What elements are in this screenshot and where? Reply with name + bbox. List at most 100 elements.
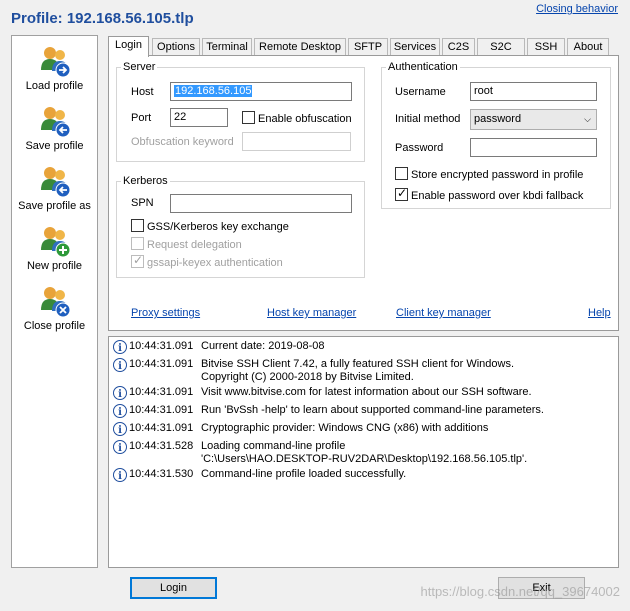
log-message-continued: 'C:\Users\HAO.DESKTOP-RUV2DAR\Desktop\19… [201,453,528,465]
tab-services[interactable]: Services [390,38,440,56]
checkbox-box: ✓ [395,186,408,201]
log-message: Run 'BvSsh -help' to learn about support… [201,404,544,416]
host-key-manager-link[interactable]: Host key manager [267,307,356,319]
client-key-manager-link[interactable]: Client key manager [396,307,491,319]
checkbox-box [395,167,408,180]
gssapi-keyex-label: gssapi-keyex authentication [147,257,283,269]
closing-behavior-link[interactable]: Closing behavior [536,3,618,15]
login-button[interactable]: Login [130,577,217,599]
save-profile-button[interactable]: Save profile [12,104,97,152]
users-arrow-right-icon [40,47,70,78]
tab-sftp[interactable]: SFTP [348,38,388,56]
tab-remote-desktop[interactable]: Remote Desktop [254,38,346,56]
enable-obfuscation-label: Enable obfuscation [258,113,352,125]
log-message-continued: Copyright (C) 2000-2018 by Bitvise Limit… [201,371,414,383]
save-profile-as-label: Save profile as [18,200,91,212]
gssapi-keyex-checkbox[interactable]: ✓ gssapi-keyex authentication [131,253,283,269]
request-delegation-checkbox[interactable]: Request delegation [131,237,242,251]
log-message: Command-line profile loaded successfully… [201,468,407,480]
username-input[interactable]: root [470,82,597,101]
watermark: https://blog.csdn.net/qq_39674002 [420,584,621,599]
close-profile-button[interactable]: Close profile [12,284,97,332]
login-panel: Server Host 192.168.56.105 Port 22 Enabl… [108,55,619,331]
users-arrow-left-icon [40,167,70,198]
chevron-down-icon: ⌵ [584,114,591,124]
enable-obfuscation-checkbox[interactable]: Enable obfuscation [242,111,352,125]
info-icon: i [113,422,127,436]
log-time: 10:44:31.530 [129,468,194,480]
tab-terminal[interactable]: Terminal [202,38,252,56]
kbdi-fallback-label: Enable password over kbdi fallback [411,190,584,202]
request-delegation-label: Request delegation [147,239,242,251]
tab-c2s[interactable]: C2S [442,38,475,56]
log-panel[interactable]: i 10:44:31.091 Current date: 2019-08-08 … [108,336,619,568]
store-password-label: Store encrypted password in profile [411,169,584,181]
window-title: Profile: 192.168.56.105.tlp [11,10,194,27]
gss-kerberos-checkbox[interactable]: GSS/Kerberos key exchange [131,219,289,233]
save-profile-as-button[interactable]: Save profile as [12,164,97,212]
log-message: Current date: 2019-08-08 [201,340,325,352]
spn-label: SPN [131,197,154,209]
log-message: Bitvise SSH Client 7.42, a fully feature… [201,358,515,370]
checkbox-box: ✓ [131,253,144,268]
username-label: Username [395,86,446,98]
info-icon: i [113,358,127,372]
server-legend: Server [123,61,156,73]
tab-about[interactable]: About [567,38,609,56]
info-icon: i [113,340,127,354]
svg-text:i: i [118,389,122,400]
port-label: Port [131,112,152,124]
info-icon: i [113,386,127,400]
info-icon: i [113,468,127,482]
kbdi-fallback-checkbox[interactable]: ✓ Enable password over kbdi fallback [395,186,584,202]
check-mark-icon: ✓ [133,253,144,267]
log-message: Loading command-line profile [201,440,346,452]
load-profile-label: Load profile [25,80,84,92]
log-time: 10:44:31.091 [129,404,194,416]
check-mark-icon: ✓ [397,186,408,200]
log-message: Cryptographic provider: Windows CNG (x86… [201,422,489,434]
password-input[interactable] [470,138,597,157]
info-icon: i [113,440,127,454]
svg-text:i: i [118,361,122,372]
info-icon: i [113,404,127,418]
spn-input[interactable] [170,194,352,213]
port-input[interactable]: 22 [170,108,228,127]
checkbox-box [131,219,144,232]
users-arrow-left-icon [40,107,70,138]
password-label: Password [395,142,444,154]
new-profile-button[interactable]: New profile [12,224,97,272]
host-label: Host [131,86,154,98]
new-profile-label: New profile [26,260,83,272]
users-close-icon [40,287,70,318]
load-profile-button[interactable]: Load profile [12,44,97,92]
obfuscation-keyword-input[interactable] [242,132,351,151]
svg-text:i: i [118,407,122,418]
proxy-settings-link[interactable]: Proxy settings [131,307,200,319]
log-time: 10:44:31.091 [129,386,194,398]
authentication-legend: Authentication [388,61,458,73]
log-time: 10:44:31.091 [129,422,194,434]
log-time: 10:44:31.091 [129,340,194,352]
checkbox-box [242,111,255,124]
obfuscation-keyword-label: Obfuscation keyword [131,136,234,148]
help-link[interactable]: Help [588,307,611,319]
svg-text:i: i [118,425,122,436]
users-plus-icon [40,227,70,258]
tab-options[interactable]: Options [152,38,200,56]
log-time: 10:44:31.091 [129,358,194,370]
host-value: 192.168.56.105 [174,85,253,97]
store-password-checkbox[interactable]: Store encrypted password in profile [395,167,583,181]
initial-method-value: password [474,113,522,125]
checkbox-box [131,237,144,250]
log-time: 10:44:31.528 [129,440,194,452]
kerberos-legend: Kerberos [123,175,168,187]
svg-text:i: i [118,343,122,354]
tab-login[interactable]: Login [108,36,149,57]
svg-text:i: i [118,443,122,454]
tab-ssh[interactable]: SSH [527,38,565,56]
tab-s2c[interactable]: S2C [477,38,525,56]
initial-method-select[interactable]: password ⌵ [470,109,597,130]
svg-text:i: i [118,471,122,482]
host-input[interactable]: 192.168.56.105 [170,82,352,101]
